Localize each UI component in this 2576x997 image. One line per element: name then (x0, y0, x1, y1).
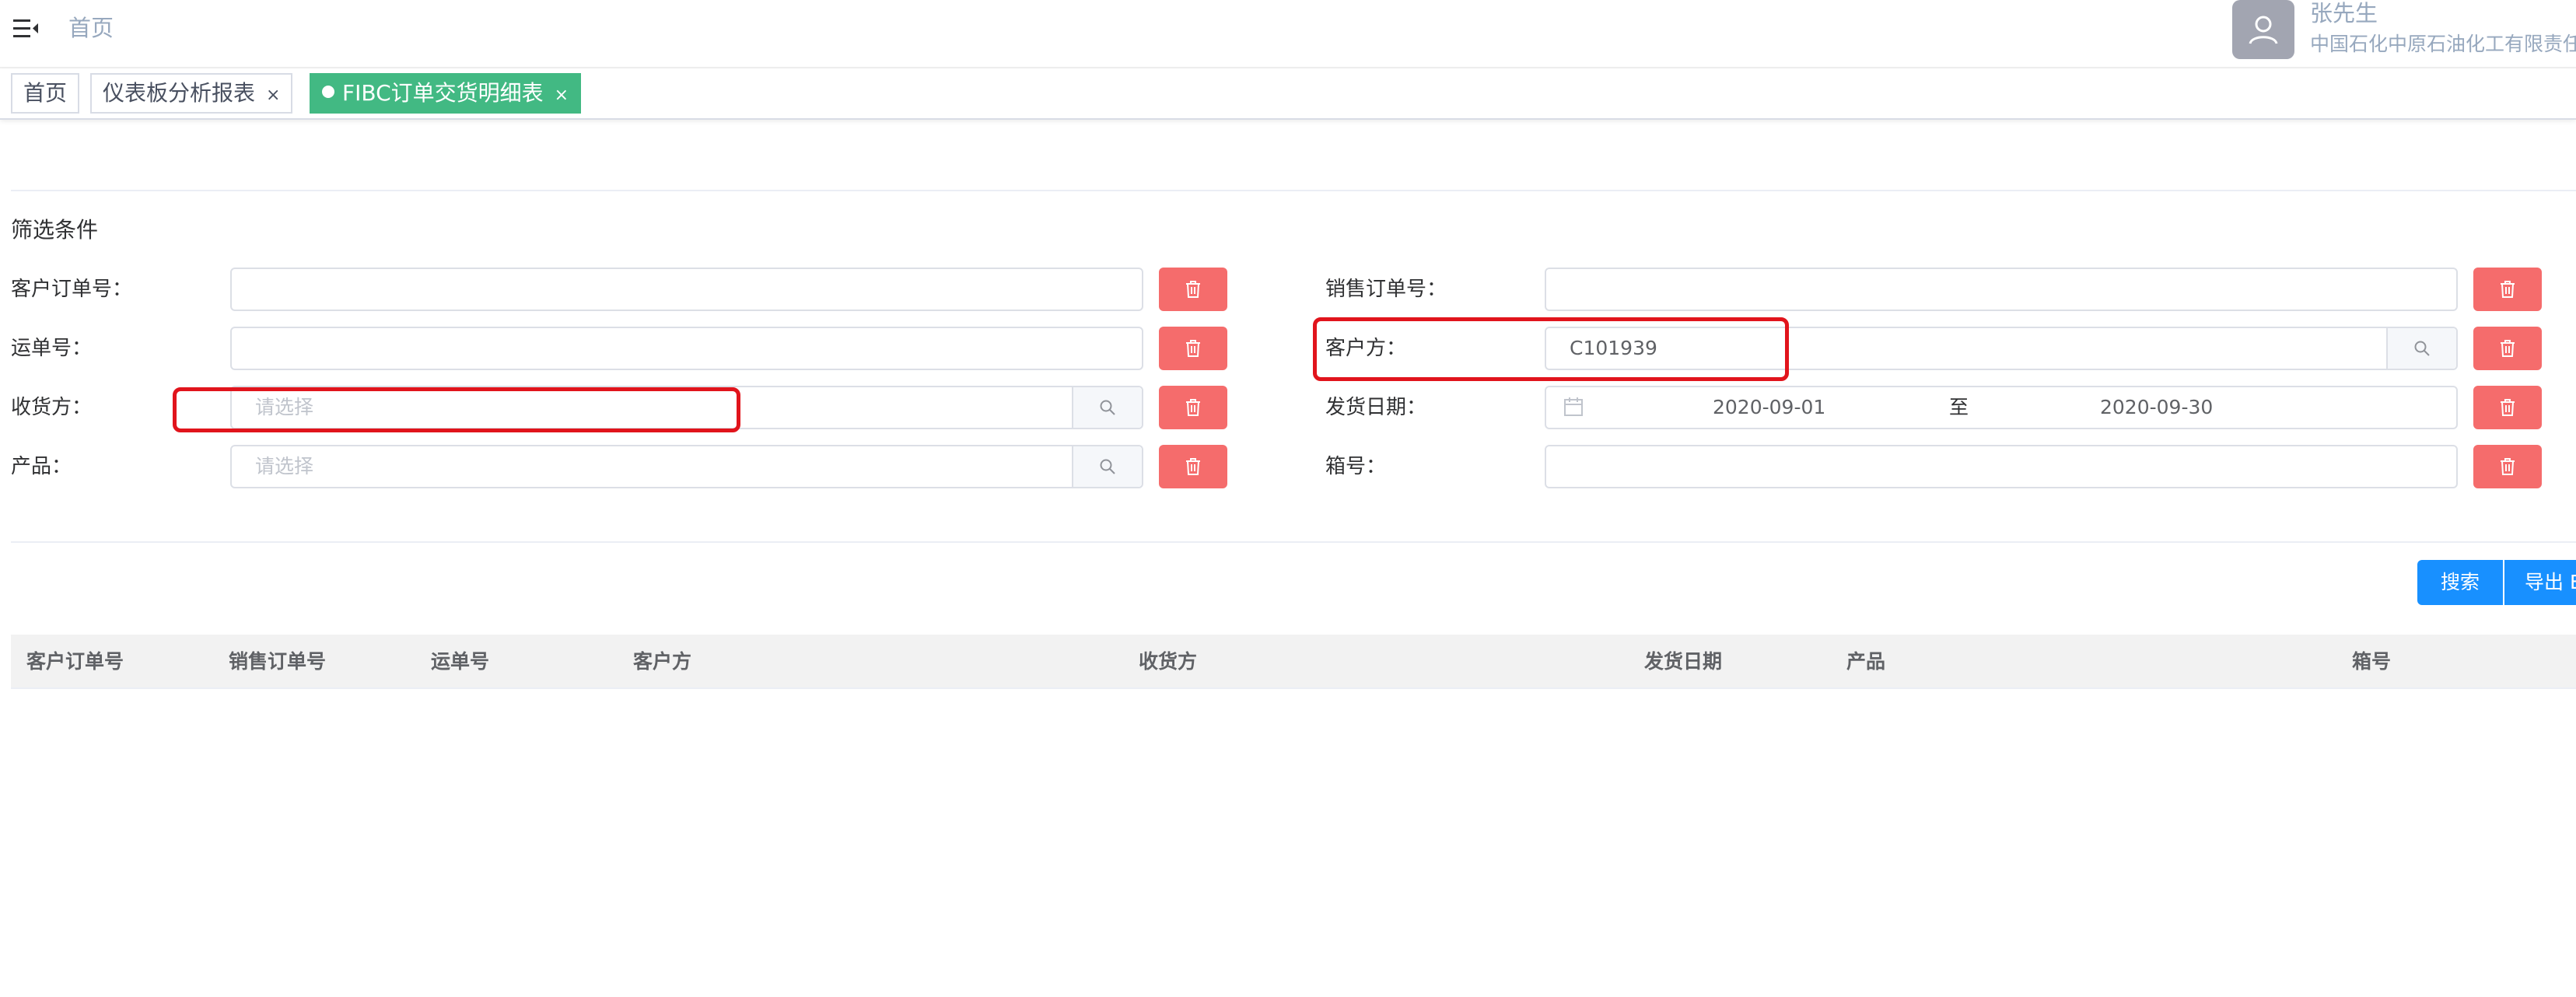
clear-product-button[interactable] (1159, 445, 1227, 488)
trash-icon (2501, 340, 2515, 357)
customer-label: 客户方： (1325, 337, 1407, 360)
waybill-no-input[interactable] (230, 327, 1143, 370)
tag-label: 仪表板分析报表 (103, 80, 256, 106)
breadcrumb-home[interactable]: 首页 (68, 12, 114, 44)
search-icon (1100, 459, 1115, 474)
consignee-placeholder: 请选择 (255, 396, 314, 418)
consignee-label: 收货方： (11, 396, 93, 419)
column-header[interactable]: 销售订单号 (229, 635, 326, 689)
column-header[interactable]: 客户方 (633, 635, 691, 689)
tag-home[interactable]: 首页 (11, 73, 80, 114)
trash-icon (2501, 399, 2515, 416)
user-icon (2249, 16, 2278, 44)
product-search-button[interactable] (1072, 446, 1142, 487)
search-button[interactable]: 搜索 (2417, 560, 2503, 605)
column-header[interactable]: 产品 (1846, 635, 1885, 689)
consignee-input[interactable]: 请选择 (230, 386, 1143, 429)
clear-consignee-button[interactable] (1159, 386, 1227, 429)
ship-date-label: 发货日期： (1325, 396, 1427, 419)
close-icon[interactable]: × (555, 86, 569, 105)
ship-date-range-picker[interactable]: 2020-09-01 至 2020-09-30 (1545, 386, 2458, 429)
close-icon[interactable]: × (266, 86, 280, 105)
product-placeholder: 请选择 (255, 455, 314, 478)
hamburger-menu-icon[interactable] (12, 16, 39, 42)
tag-label: FIBC订单交货明细表 (342, 80, 544, 106)
column-header[interactable]: 收货方 (1139, 635, 1197, 689)
divider (11, 541, 2576, 543)
search-icon (2414, 341, 2430, 356)
ship-date-start[interactable]: 2020-09-01 (1713, 387, 1825, 428)
waybill-no-label: 运单号： (11, 337, 93, 360)
tag-label: 首页 (23, 80, 68, 106)
clear-customer-button[interactable] (2473, 327, 2542, 370)
customer-search-button[interactable] (2386, 328, 2456, 369)
clear-box-no-button[interactable] (2473, 445, 2542, 488)
calendar-icon (1564, 397, 1583, 416)
divider (11, 190, 2576, 191)
user-avatar[interactable] (2232, 0, 2294, 59)
trash-icon (1186, 399, 1200, 416)
filter-title: 筛选条件 (11, 217, 99, 243)
user-name[interactable]: 张先生 (2310, 0, 2378, 26)
active-dot-icon (322, 86, 334, 98)
clear-sales-order-no-button[interactable] (2473, 268, 2542, 311)
box-no-input[interactable] (1545, 445, 2458, 488)
sales-order-no-input[interactable] (1545, 268, 2458, 311)
trash-icon (2501, 458, 2515, 475)
tag-dashboard-report[interactable]: 仪表板分析报表 × (90, 73, 293, 114)
ship-date-separator: 至 (1949, 396, 1969, 418)
tags-view: 首页 仪表板分析报表 × FIBC订单交货明细表 × (0, 68, 2576, 120)
customer-order-no-input[interactable] (230, 268, 1143, 311)
tag-fibc-order-detail[interactable]: FIBC订单交货明细表 × (310, 73, 582, 114)
column-header[interactable]: 发货日期 (1644, 635, 1722, 689)
product-label: 产品： (11, 455, 72, 478)
user-company: 中国石化中原石油化工有限责任公 (2310, 33, 2576, 55)
trash-icon (1186, 458, 1200, 475)
product-input[interactable]: 请选择 (230, 445, 1143, 488)
column-header[interactable]: 客户订单号 (26, 635, 124, 689)
customer-input[interactable]: C101939 (1545, 327, 2458, 370)
customer-order-no-label: 客户订单号： (11, 278, 133, 301)
column-header[interactable]: 箱号 (2352, 635, 2391, 689)
trash-icon (1186, 340, 1200, 357)
customer-value: C101939 (1570, 337, 1657, 359)
export-button[interactable]: 导出 E (2504, 560, 2576, 605)
clear-customer-order-no-button[interactable] (1159, 268, 1227, 311)
sales-order-no-label: 销售订单号： (1325, 278, 1447, 301)
clear-waybill-no-button[interactable] (1159, 327, 1227, 370)
ship-date-end[interactable]: 2020-09-30 (2100, 387, 2213, 428)
search-icon (1100, 400, 1115, 415)
consignee-search-button[interactable] (1072, 387, 1142, 428)
column-header[interactable]: 运单号 (431, 635, 489, 689)
trash-icon (1186, 281, 1200, 298)
clear-ship-date-button[interactable] (2473, 386, 2542, 429)
box-no-label: 箱号： (1325, 455, 1387, 478)
trash-icon (2501, 281, 2515, 298)
navbar: 首页 张先生 中国石化中原石油化工有限责任公 (0, 0, 2576, 68)
table-header: 客户订单号 销售订单号 运单号 客户方 收货方 发货日期 产品 箱号 (11, 635, 2576, 689)
